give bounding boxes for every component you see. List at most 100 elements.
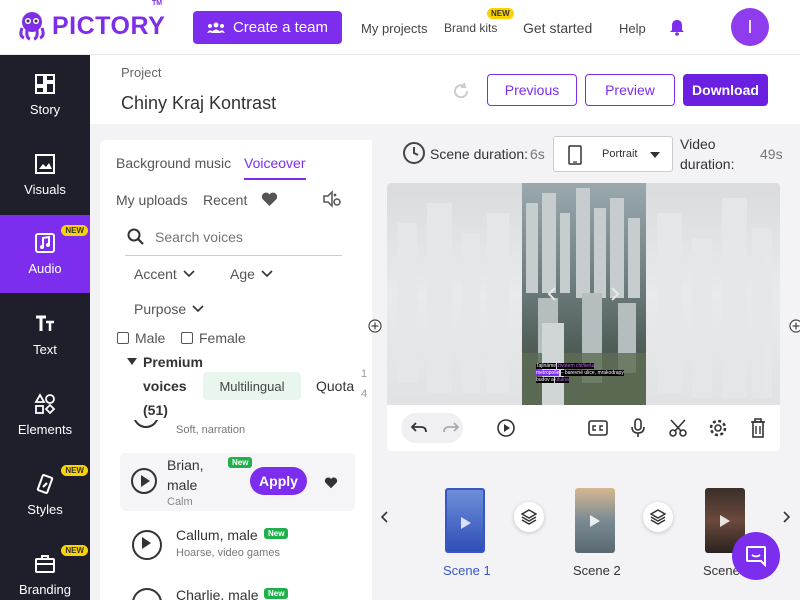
- sync-icon: [454, 82, 469, 99]
- caption-word: – barevné ulice, mrakodrapy: [560, 370, 624, 376]
- sidebar-item-visuals[interactable]: Visuals: [0, 135, 90, 215]
- scissors-icon[interactable]: [668, 418, 688, 438]
- orientation-select[interactable]: Portrait: [553, 136, 673, 172]
- sidebar-item-elements[interactable]: Elements: [0, 375, 90, 455]
- sidebar-item-text[interactable]: Text: [0, 295, 90, 375]
- quota-chip[interactable]: Quota: [316, 378, 354, 394]
- subtab-my-uploads[interactable]: My uploads: [116, 192, 188, 208]
- layers-icon: [650, 509, 666, 525]
- video-toolbar: [387, 405, 780, 451]
- nav-my-projects[interactable]: My projects: [361, 21, 427, 36]
- download-button[interactable]: Download: [683, 74, 768, 106]
- user-avatar[interactable]: I: [731, 8, 769, 46]
- voice-name: Charlie, male: [176, 587, 259, 600]
- video-duration-label-2: duration:: [680, 156, 735, 172]
- video-frame[interactable]: Tajlnáme životem chiňiešu metropolie – b…: [522, 183, 646, 405]
- accent-filter[interactable]: Accent: [134, 266, 195, 282]
- voice-name-line2: male: [167, 477, 198, 493]
- multilingual-chip[interactable]: Multilingual: [203, 372, 301, 400]
- female-checkbox[interactable]: Female: [181, 330, 246, 346]
- sidebar-item-styles[interactable]: NEW Styles: [0, 455, 90, 535]
- chevron-left-icon[interactable]: [381, 511, 389, 523]
- portrait-icon: [568, 145, 582, 165]
- brand-kits-new-badge: NEW: [487, 8, 514, 19]
- caption-overlay[interactable]: Tajlnáme životem chiňiešu metropolie – b…: [536, 363, 636, 384]
- preview-button[interactable]: Preview: [585, 74, 675, 106]
- voice-row-callum[interactable]: Callum, male New Hoarse, video games: [120, 518, 355, 576]
- sidebar-item-label: Text: [33, 342, 57, 357]
- sidebar-item-branding[interactable]: NEW Branding: [0, 535, 90, 600]
- sidebar-item-story[interactable]: Story: [0, 55, 90, 135]
- play-button[interactable]: [131, 468, 157, 494]
- gear-icon[interactable]: [708, 418, 728, 438]
- layers-icon: [521, 509, 537, 525]
- redo-icon[interactable]: [443, 420, 459, 434]
- create-team-button[interactable]: Create a team: [193, 11, 342, 44]
- female-label: Female: [199, 330, 246, 346]
- clock-icon: [403, 142, 425, 164]
- chat-icon: [746, 546, 766, 567]
- heart-icon[interactable]: [324, 477, 338, 489]
- play-icon: [590, 515, 600, 527]
- caption-word: budov a: [536, 377, 554, 383]
- trademark: TM: [152, 0, 163, 7]
- bell-icon[interactable]: [668, 18, 686, 36]
- scene-duration-value[interactable]: 6s: [530, 146, 545, 162]
- audio-new-badge: NEW: [61, 225, 88, 236]
- chevron-left-icon[interactable]: [547, 286, 557, 302]
- transition-button[interactable]: [643, 502, 673, 532]
- add-scene-right-icon[interactable]: [789, 319, 800, 333]
- chevron-down-icon: [183, 270, 195, 278]
- age-filter[interactable]: Age: [230, 266, 273, 282]
- voice-row-brian[interactable]: Brian, male New Calm Apply: [120, 453, 355, 511]
- previous-button[interactable]: Previous: [487, 74, 577, 106]
- chat-support-button[interactable]: [732, 532, 780, 580]
- play-button[interactable]: [133, 420, 159, 428]
- audio-settings-icon[interactable]: [322, 190, 342, 208]
- play-icon: [461, 517, 471, 529]
- purpose-filter-label: Purpose: [134, 301, 187, 317]
- project-title[interactable]: Chiny Kraj Kontrast: [121, 93, 276, 114]
- music-icon: [35, 233, 55, 253]
- search-voices-input[interactable]: [155, 226, 335, 248]
- pictory-logo[interactable]: PICTORY: [16, 10, 165, 42]
- logo-text: PICTORY: [52, 11, 166, 40]
- chevron-right-icon[interactable]: [782, 511, 790, 523]
- sidebar-item-label: Story: [29, 102, 61, 117]
- scene-label-2[interactable]: Scene 2: [573, 563, 621, 578]
- nav-get-started[interactable]: Get started: [523, 20, 592, 36]
- new-badge: New: [264, 528, 289, 539]
- undo-icon[interactable]: [411, 420, 427, 434]
- add-scene-left-icon[interactable]: [368, 319, 382, 333]
- sidebar-item-audio[interactable]: NEW Audio: [0, 215, 90, 293]
- play-button[interactable]: [132, 530, 162, 560]
- nav-brand-kits[interactable]: Brand kits: [444, 21, 497, 35]
- scene-thumbnail-2[interactable]: [575, 488, 615, 553]
- apply-voice-button[interactable]: Apply: [250, 467, 307, 495]
- scene-thumbnail-1[interactable]: [445, 488, 485, 553]
- nav-help[interactable]: Help: [619, 21, 646, 36]
- premium-count: (51): [143, 402, 168, 418]
- voice-row-partial[interactable]: Soft, narration: [100, 420, 372, 438]
- styles-new-badge: NEW: [61, 465, 88, 476]
- caret-down-icon[interactable]: [127, 358, 137, 366]
- scene-label-1[interactable]: Scene 1: [443, 563, 491, 578]
- play-button[interactable]: [132, 588, 162, 600]
- caption-line-2: metropolie – barevné ulice, mrakodrapy: [536, 370, 636, 377]
- accent-filter-label: Accent: [134, 266, 177, 282]
- quota-partial-top: 1: [361, 368, 368, 380]
- transition-button[interactable]: [514, 502, 544, 532]
- video-preview: Tajlnáme životem chiňiešu metropolie – b…: [387, 183, 780, 451]
- male-checkbox[interactable]: Male: [117, 330, 165, 346]
- purpose-filter[interactable]: Purpose: [134, 301, 204, 317]
- closed-captions-icon[interactable]: [588, 419, 608, 437]
- subtab-recent[interactable]: Recent: [203, 192, 247, 208]
- chevron-right-icon[interactable]: [610, 286, 620, 302]
- microphone-icon[interactable]: [631, 418, 645, 438]
- trash-icon[interactable]: [750, 418, 766, 438]
- favorites-heart-icon[interactable]: [261, 192, 278, 207]
- tab-voiceover[interactable]: Voiceover: [244, 155, 305, 171]
- play-icon[interactable]: [497, 419, 515, 437]
- tab-background-music[interactable]: Background music: [116, 155, 231, 171]
- voice-row-charlie[interactable]: Charlie, male New: [120, 582, 355, 600]
